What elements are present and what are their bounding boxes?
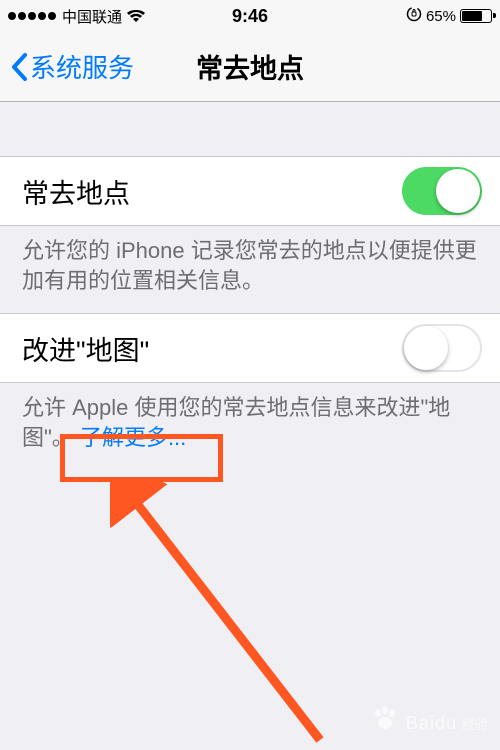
content-area: 常去地点 允许您的 iPhone 记录您常去的地点以便提供更加有用的位置相关信息… <box>0 102 500 471</box>
improve-maps-footer: 允许 Apple 使用您的常去地点信息来改进"地图"。 了解更多... <box>0 383 500 470</box>
paw-icon <box>370 705 400 742</box>
cell-label: 常去地点 <box>22 172 130 211</box>
annotation-arrow-icon <box>110 480 340 750</box>
back-button[interactable]: 系统服务 <box>10 48 134 85</box>
status-left: 中国联通 <box>8 6 146 27</box>
switch-knob <box>404 326 448 370</box>
battery-percent: 65% <box>426 8 456 25</box>
cell-label: 改进"地图" <box>22 329 149 368</box>
nav-bar: 系统服务 常去地点 <box>0 32 500 102</box>
watermark-sub: 经验 <box>462 717 488 732</box>
status-bar: 中国联通 9:46 65% <box>0 0 500 32</box>
spacer <box>0 102 500 156</box>
chevron-left-icon <box>10 52 28 82</box>
improve-maps-row[interactable]: 改进"地图" <box>0 313 500 383</box>
signal-strength-icon <box>8 12 56 20</box>
frequent-locations-row[interactable]: 常去地点 <box>0 156 500 226</box>
frequent-locations-toggle[interactable] <box>402 167 482 215</box>
page-title: 常去地点 <box>196 47 304 86</box>
rotation-lock-icon <box>406 6 422 26</box>
status-time: 9:46 <box>232 6 268 27</box>
watermark-brand: Baidu <box>406 713 457 733</box>
frequent-locations-footer: 允许您的 iPhone 记录您常去的地点以便提供更加有用的位置相关信息。 <box>0 226 500 313</box>
wifi-icon <box>126 9 146 23</box>
learn-more-link[interactable]: 了解更多... <box>80 425 186 450</box>
battery-icon <box>460 9 492 23</box>
watermark: Baidu 经验 <box>370 705 488 742</box>
status-right: 65% <box>406 6 492 26</box>
improve-maps-toggle[interactable] <box>402 324 482 372</box>
back-label: 系统服务 <box>30 48 134 85</box>
carrier-label: 中国联通 <box>62 6 122 27</box>
switch-knob <box>436 169 480 213</box>
